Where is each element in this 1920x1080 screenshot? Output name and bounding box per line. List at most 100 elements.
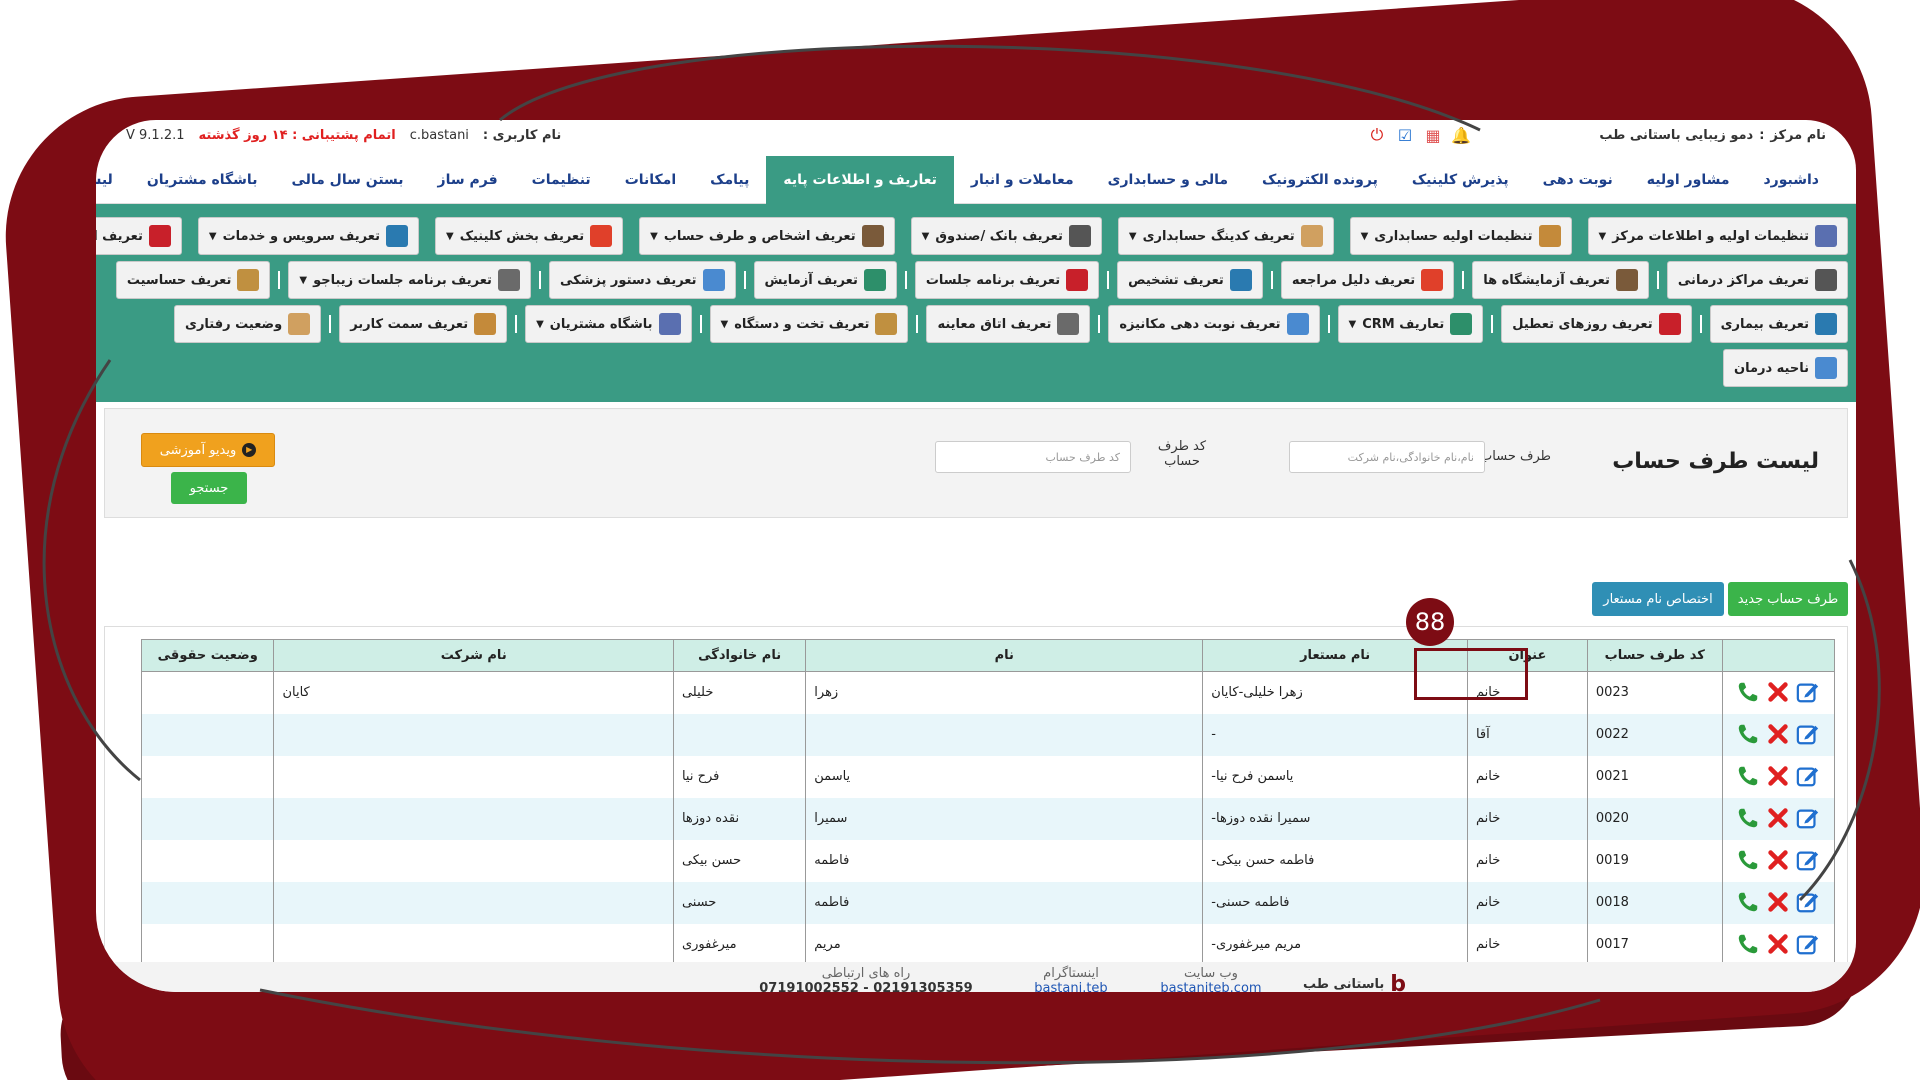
nav-item-1[interactable]: داشبورد: [1747, 156, 1837, 204]
phone-icon[interactable]: [1735, 848, 1761, 874]
row-actions: [1721, 797, 1836, 840]
dropdown-caret-icon: ▼: [921, 230, 930, 242]
edit-icon[interactable]: [1795, 722, 1821, 748]
toolbar-button-label: تعریف سرویس و خدمات: [222, 228, 380, 244]
delete-icon[interactable]: [1765, 932, 1791, 958]
toolbar-button-1-8[interactable]: تعریف انبار و کالا▼: [96, 217, 182, 255]
support-warning: اتمام پشتیبانی : ۱۴ روز گذشته: [198, 127, 396, 143]
toolbar-button-2-2[interactable]: تعریف آزمایشگاه ها: [1472, 261, 1649, 299]
instagram-link[interactable]: bastani.teb: [1016, 981, 1126, 992]
delete-icon[interactable]: [1765, 764, 1791, 790]
bell-icon[interactable]: 🔔: [1450, 124, 1472, 146]
nav-item-14[interactable]: باشگاه مشتریان: [130, 156, 275, 204]
table-row[interactable]: 0022 آقا -: [140, 713, 1836, 756]
edit-icon[interactable]: [1795, 848, 1821, 874]
nav-item-4[interactable]: پذیرش کلینیک: [1395, 156, 1526, 204]
phone-icon[interactable]: [1735, 932, 1761, 958]
code-search-input[interactable]: کد طرف حساب: [935, 441, 1131, 473]
nav-item-2[interactable]: مشاور اولیه: [1630, 156, 1747, 204]
phone-icon[interactable]: [1735, 806, 1761, 832]
phone-icon[interactable]: [1735, 890, 1761, 916]
edit-icon[interactable]: [1795, 890, 1821, 916]
delete-icon[interactable]: [1765, 722, 1791, 748]
website-link[interactable]: bastaniteb.com: [1156, 981, 1266, 992]
delete-icon[interactable]: [1765, 806, 1791, 832]
toolbar-separator: [278, 271, 281, 289]
nav-item-6[interactable]: مالی و حسابداری: [1091, 156, 1245, 204]
table-row[interactable]: 0020 خانم سمیرا نقده دوزها- سمیرا نقده دوزها: [140, 797, 1836, 840]
toolbar-button-3-9[interactable]: وضعیت رفتاری: [174, 305, 322, 343]
toolbar-separator: [538, 271, 541, 289]
delete-icon[interactable]: [1765, 890, 1791, 916]
parties-table-container: کد طرف حساب عنوان نام مستعار نام نام خانوادگ…: [104, 626, 1848, 966]
toolbar-button-3-3[interactable]: تعاریف CRM ▼: [1337, 305, 1484, 343]
table-cell: [273, 881, 674, 924]
edit-icon[interactable]: [1795, 932, 1821, 958]
toolbar-button-1-2[interactable]: تنظیمات اولیه حسابداری ▼: [1349, 217, 1572, 255]
power-icon[interactable]: ⏻: [1366, 124, 1388, 146]
toolbar-button-label: تعریف برنامه جلسات: [925, 272, 1061, 288]
toolbar-button-2-5[interactable]: تعریف برنامه جلسات: [914, 261, 1100, 299]
nav-item-10[interactable]: امکانات: [608, 156, 693, 204]
toolbar-button-3-8[interactable]: تعریف سمت کاربر: [339, 305, 508, 343]
table-row[interactable]: 0021 خانم یاسمن فرح نیا- یاسمن فرح نیا: [140, 755, 1836, 798]
nav-item-15[interactable]: لیست ماژول ها: [96, 156, 130, 204]
toolbar-button-1-5[interactable]: تعریف اشخاص و طرف حساب ▼: [639, 217, 895, 255]
toolbar-button-2-4[interactable]: تعریف تشخیص: [1117, 261, 1263, 299]
table-row[interactable]: 0019 خانم فاطمه حسن بیکی- فاطمه حسن بیکی: [140, 839, 1836, 882]
toolbar-button-1-6[interactable]: تعریف بخش کلینیک ▼: [434, 217, 624, 255]
nav-item-12[interactable]: فرم ساز: [421, 156, 515, 204]
nav-item-11[interactable]: تنظیمات: [515, 156, 608, 204]
video-tutorial-button[interactable]: ▶ ویدیو آموزشی: [141, 433, 275, 467]
nav-item-5[interactable]: پرونده الکترونیک: [1245, 156, 1395, 204]
nav-item-7[interactable]: معاملات و انبار: [954, 156, 1091, 204]
edit-icon[interactable]: [1795, 680, 1821, 706]
nav-item-3[interactable]: نوبت دهی: [1526, 156, 1630, 204]
contact-label: راه های ارتباطی: [821, 966, 911, 981]
toolbar-button-2-6[interactable]: تعریف آزمایش: [753, 261, 897, 299]
table-cell: [273, 797, 674, 840]
edit-icon[interactable]: [1795, 806, 1821, 832]
footer: b باستانی طب وب سایت bastaniteb.com اینس…: [96, 962, 1856, 992]
new-party-button[interactable]: طرف حساب جدید: [1728, 582, 1848, 616]
delete-icon[interactable]: [1765, 680, 1791, 706]
toolbar-button-1-3[interactable]: تعریف کدینگ حسابداری ▼: [1117, 217, 1334, 255]
toolbar-item-icon: [1538, 225, 1561, 247]
toolbar-button-label: تعریف روزهای تعطیل: [1512, 316, 1653, 332]
nav-item-9[interactable]: پیامک: [693, 156, 766, 204]
nav-item-13[interactable]: بستن سال مالی: [274, 156, 420, 204]
phone-icon[interactable]: [1735, 680, 1761, 706]
toolbar-button-label: تعریف اتاق معاینه: [937, 316, 1052, 332]
assign-alias-button[interactable]: اختصاص نام مستعار: [1592, 582, 1724, 616]
calendar-check-icon[interactable]: ☑: [1394, 124, 1416, 146]
toolbar-button-4-1[interactable]: ناحیه درمان: [1722, 349, 1848, 387]
table-row[interactable]: 0017 خانم مریم میرغفوری- مریم میرغفوری: [140, 923, 1836, 965]
toolbar-button-3-7[interactable]: باشگاه مشتریان ▼: [525, 305, 692, 343]
phone-icon[interactable]: [1735, 722, 1761, 748]
toolbar-button-2-3[interactable]: تعریف دلیل مراجعه: [1280, 261, 1455, 299]
toolbar-button-1-4[interactable]: تعریف بانک /صندوق ▼: [910, 217, 1102, 255]
toolbar-item-icon: [1815, 357, 1837, 379]
toolbar-button-3-2[interactable]: تعریف روزهای تعطیل: [1501, 305, 1692, 343]
edit-icon[interactable]: [1795, 764, 1821, 790]
calendar-icon[interactable]: ▦: [1422, 124, 1444, 146]
toolbar-button-1-7[interactable]: تعریف سرویس و خدمات ▼: [197, 217, 419, 255]
toolbar-button-3-4[interactable]: تعریف نوبت دهی مکانیزه: [1108, 305, 1320, 343]
party-search-input[interactable]: نام،نام خانوادگی،نام شرکت: [1289, 441, 1485, 473]
toolbar-button-2-8[interactable]: تعریف برنامه جلسات زیباجو ▼: [288, 261, 531, 299]
toolbar-button-2-7[interactable]: تعریف دستور پزشکی: [548, 261, 736, 299]
table-row[interactable]: 0023 خانم زهرا خلیلی-کایان زهرا خلیلی کایان: [140, 671, 1836, 714]
delete-icon[interactable]: [1765, 848, 1791, 874]
toolbar-button-2-9[interactable]: تعریف حساسیت: [115, 261, 271, 299]
toolbar-item-icon: [861, 225, 884, 247]
toolbar-button-2-1[interactable]: تعریف مراکز درمانی: [1666, 261, 1848, 299]
toolbar-button-3-5[interactable]: تعریف اتاق معاینه: [926, 305, 1091, 343]
table-row[interactable]: 0018 خانم فاطمه حسنی- فاطمه حسنی: [140, 881, 1836, 924]
phone-icon[interactable]: [1735, 764, 1761, 790]
toolbar-button-3-1[interactable]: تعریف بیماری: [1709, 305, 1848, 343]
toolbar-button-1-1[interactable]: تنظیمات اولیه و اطلاعات مرکز ▼: [1587, 217, 1848, 255]
toolbar-button-3-6[interactable]: تعریف تخت و دستگاه ▼: [709, 305, 909, 343]
table-cell: [140, 755, 275, 798]
search-button[interactable]: جستجو: [171, 472, 247, 504]
nav-item-8[interactable]: تعاریف و اطلاعات پایه: [766, 155, 954, 204]
